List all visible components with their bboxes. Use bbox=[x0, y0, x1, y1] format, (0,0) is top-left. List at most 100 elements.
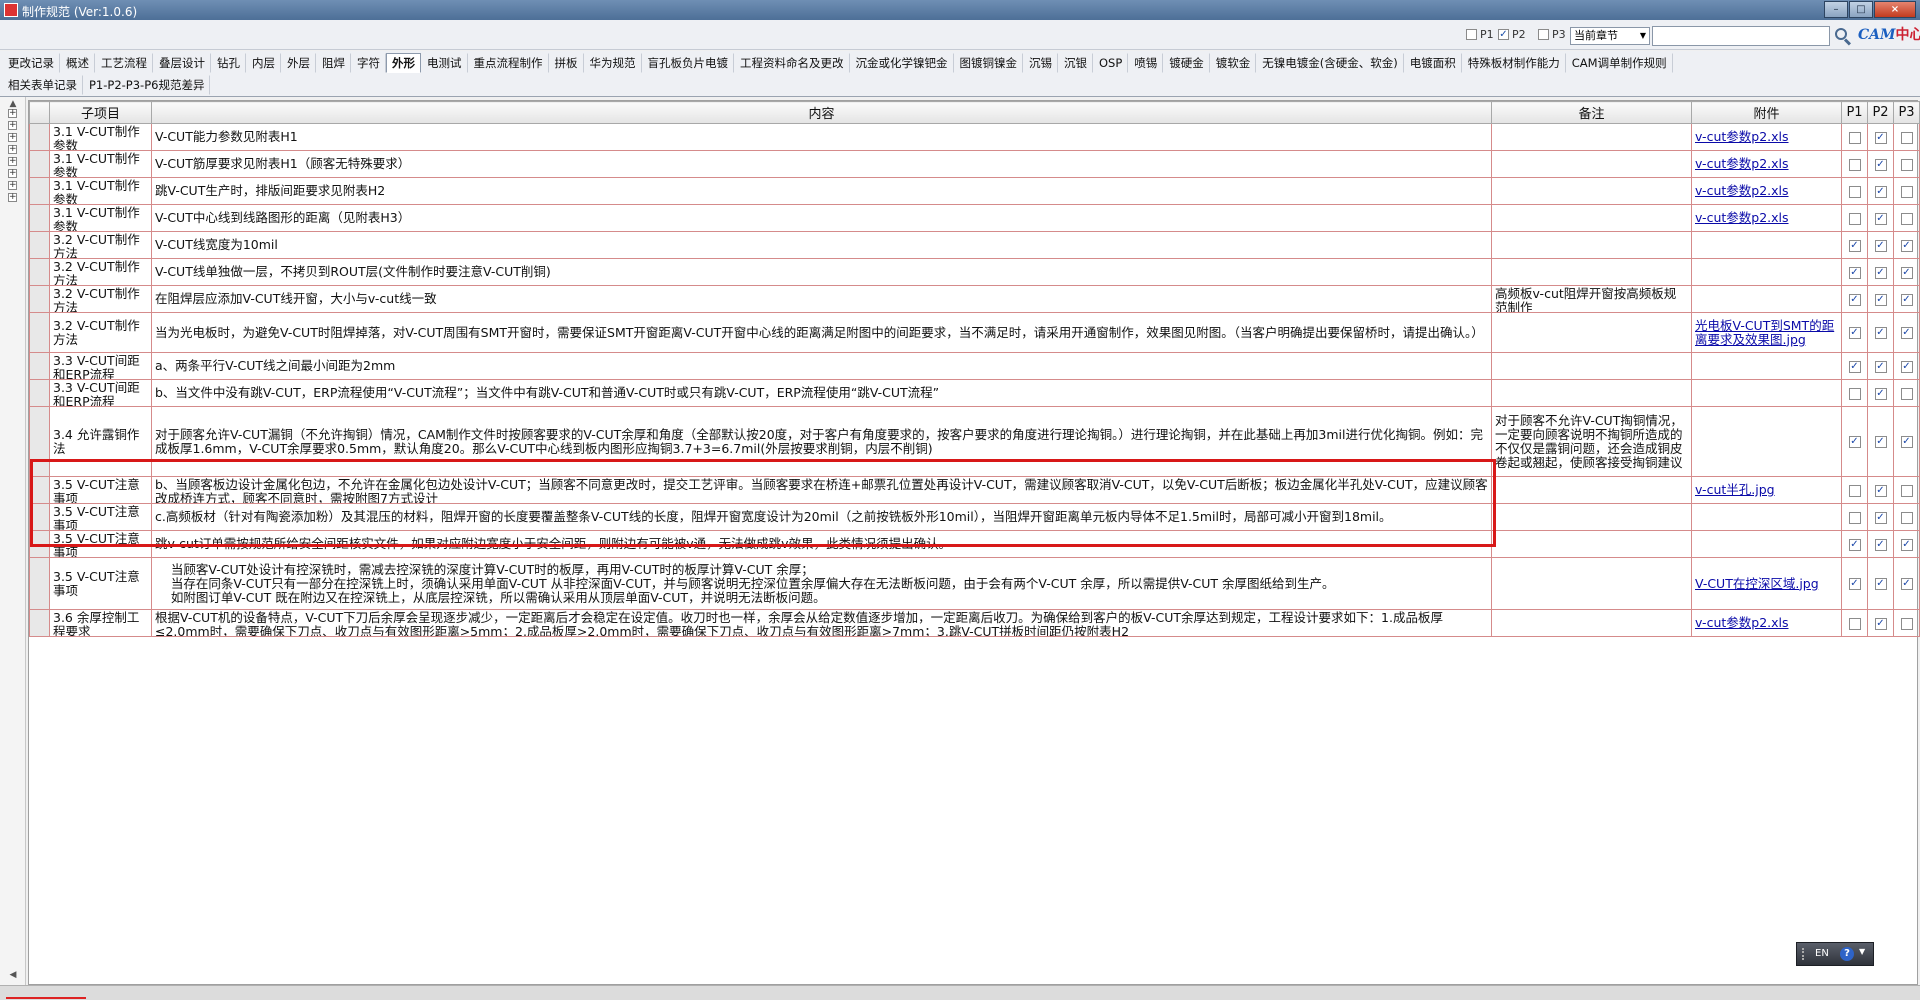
table-row[interactable]: 3.1 V-CUT制作参数 V-CUT筋厚要求见附表H1（顾客无特殊要求） v-cu… bbox=[29, 150, 1920, 178]
expand-plus-icon[interactable]: + bbox=[8, 181, 17, 190]
cell-attach-link-text[interactable]: v-cut参数p2.xls bbox=[1695, 157, 1838, 171]
row-selector[interactable] bbox=[29, 285, 50, 313]
row-selector[interactable] bbox=[29, 204, 50, 232]
tab-tabs_row2-0[interactable]: 相关表单记录 bbox=[2, 75, 83, 95]
row-p2-checkbox[interactable]: ✓ bbox=[1874, 578, 1887, 590]
col-header-p2[interactable]: P2 bbox=[1867, 101, 1894, 124]
bottom-tab-indicator[interactable] bbox=[6, 987, 86, 999]
cell-attach-link-text[interactable]: v-cut半孔.jpg bbox=[1695, 483, 1838, 497]
cell-attach-link[interactable]: v-cut半孔.jpg bbox=[1691, 476, 1842, 504]
row-p2-checkbox[interactable]: ✓ bbox=[1874, 239, 1887, 252]
tab-tabs_row1-7[interactable]: 阻焊 bbox=[316, 53, 351, 73]
tab-tabs_row1-16[interactable]: 沉金或化学镍钯金 bbox=[850, 53, 954, 73]
row-selector[interactable] bbox=[29, 557, 50, 610]
row-selector[interactable] bbox=[29, 177, 50, 205]
row-p1-checkbox[interactable]: ✓ bbox=[1848, 538, 1861, 551]
cell-attach-link[interactable]: v-cut参数p2.xls bbox=[1691, 177, 1842, 205]
cell-attach-link[interactable]: v-cut参数p2.xls bbox=[1691, 204, 1842, 232]
maximize-button[interactable]: □ bbox=[1849, 1, 1873, 18]
cell-attach-link-text[interactable]: v-cut参数p2.xls bbox=[1695, 616, 1838, 630]
cell-attach-link-text[interactable]: v-cut参数p2.xls bbox=[1695, 184, 1838, 198]
expand-plus-icon[interactable]: + bbox=[8, 133, 17, 142]
cell-attach-link-text[interactable]: V-CUT在控深区域.jpg bbox=[1695, 577, 1838, 591]
row-p2-checkbox[interactable]: ✓ bbox=[1874, 293, 1887, 306]
row-p1-checkbox[interactable]: ✓ bbox=[1848, 578, 1861, 590]
row-p2-checkbox[interactable]: ✓ bbox=[1874, 360, 1887, 373]
row-p3-checkbox[interactable]: ✓ bbox=[1900, 293, 1913, 306]
table-row[interactable]: 3.2 V-CUT制作方法 V-CUT线单独做一层，不拷贝到ROUT层(文件制作时… bbox=[29, 258, 1920, 286]
cell-attach-link[interactable] bbox=[1691, 285, 1842, 313]
row-p2-checkbox[interactable]: ✓ bbox=[1874, 387, 1887, 400]
tab-tabs_row1-15[interactable]: 工程资料命名及更改 bbox=[734, 53, 850, 73]
table-row[interactable]: 3.6 余厚控制工程要求 根据V-CUT机的设备特点，V-CUT下刀后余厚会呈现逐… bbox=[29, 609, 1920, 637]
cell-attach-link[interactable] bbox=[1691, 352, 1842, 380]
help-icon[interactable]: ? bbox=[1840, 947, 1854, 961]
row-selector[interactable] bbox=[29, 258, 50, 286]
row-selector[interactable] bbox=[29, 476, 50, 504]
cell-attach-link[interactable]: v-cut参数p2.xls bbox=[1691, 123, 1842, 151]
expand-plus-icon[interactable]: + bbox=[8, 169, 17, 178]
ime-grip-icon[interactable] bbox=[1802, 948, 1810, 960]
cell-attach-link[interactable] bbox=[1691, 379, 1842, 407]
tab-tabs_row1-22[interactable]: 镀硬金 bbox=[1163, 53, 1210, 73]
row-selector[interactable] bbox=[29, 312, 50, 353]
row-selector[interactable] bbox=[29, 503, 50, 531]
row-p3-checkbox[interactable]: ✓ bbox=[1900, 578, 1913, 590]
tab-tabs_row1-26[interactable]: 特殊板材制作能力 bbox=[1462, 53, 1566, 73]
row-p3-checkbox[interactable] bbox=[1900, 212, 1913, 225]
row-p2-checkbox[interactable]: ✓ bbox=[1874, 327, 1887, 339]
tab-tabs_row1-6[interactable]: 外层 bbox=[281, 53, 316, 73]
table-row[interactable]: 3.2 V-CUT制作方法 当为光电板时，为避免V-CUT时阻焊掉落，对V-CUT… bbox=[29, 312, 1920, 353]
ime-lang[interactable]: EN bbox=[1815, 948, 1829, 959]
row-p1-checkbox[interactable] bbox=[1848, 212, 1861, 225]
expand-plus-icon[interactable]: + bbox=[8, 109, 17, 118]
table-row[interactable]: 3.2 V-CUT制作方法 在阻焊层应添加V-CUT线开窗，大小与v-cut线一致… bbox=[29, 285, 1920, 313]
col-header-sub[interactable]: 子项目 bbox=[49, 101, 152, 124]
cell-attach-link[interactable] bbox=[1691, 258, 1842, 286]
cell-attach-link[interactable]: 光电板V-CUT到SMT的距离要求及效果图.jpg bbox=[1691, 312, 1842, 353]
row-p1-checkbox[interactable]: ✓ bbox=[1848, 293, 1861, 306]
row-p3-checkbox[interactable] bbox=[1900, 387, 1913, 400]
row-p1-checkbox[interactable]: ✓ bbox=[1848, 266, 1861, 279]
tab-tabs_row1-27[interactable]: CAM调单制作规则 bbox=[1566, 53, 1673, 73]
table-row[interactable]: 3.1 V-CUT制作参数 跳V-CUT生产时，排版间距要求见附表H2 v-cut参… bbox=[29, 177, 1920, 205]
row-p1-checkbox[interactable] bbox=[1848, 158, 1861, 171]
row-p1-checkbox[interactable]: ✓ bbox=[1848, 239, 1861, 252]
tab-tabs_row1-17[interactable]: 图镀铜镍金 bbox=[954, 53, 1023, 73]
tab-tabs_row1-4[interactable]: 钻孔 bbox=[211, 53, 246, 73]
tab-tabs_row1-12[interactable]: 拼板 bbox=[549, 53, 584, 73]
cell-attach-link-text[interactable]: 光电板V-CUT到SMT的距离要求及效果图.jpg bbox=[1695, 319, 1838, 347]
tab-tabs_row1-18[interactable]: 沉锡 bbox=[1023, 53, 1058, 73]
tab-tabs_row1-11[interactable]: 重点流程制作 bbox=[468, 53, 549, 73]
row-p2-checkbox[interactable]: ✓ bbox=[1874, 158, 1887, 171]
expand-plus-icon[interactable]: + bbox=[8, 145, 17, 154]
tab-tabs_row1-19[interactable]: 沉银 bbox=[1058, 53, 1093, 73]
cell-attach-link[interactable]: V-CUT在控深区域.jpg bbox=[1691, 557, 1842, 610]
row-p1-checkbox[interactable] bbox=[1848, 511, 1861, 524]
expand-plus-icon[interactable]: + bbox=[8, 121, 17, 130]
search-button[interactable] bbox=[1832, 25, 1854, 47]
table-row[interactable]: 3.1 V-CUT制作参数 V-CUT能力参数见附表H1 v-cut参数p2.xls… bbox=[29, 123, 1920, 151]
row-p1-checkbox[interactable] bbox=[1848, 617, 1861, 630]
row-p3-checkbox[interactable]: ✓ bbox=[1900, 266, 1913, 279]
row-p2-checkbox[interactable]: ✓ bbox=[1874, 436, 1887, 448]
row-p3-checkbox[interactable] bbox=[1900, 484, 1913, 497]
table-row[interactable]: 3.5 V-CUT注意事项 当顾客V-CUT处设计有控深铣时，需减去控深铣的深度… bbox=[29, 557, 1920, 610]
row-selector[interactable] bbox=[29, 609, 50, 637]
col-header-content[interactable]: 内容 bbox=[151, 101, 1492, 124]
col-header-p3[interactable]: P3 bbox=[1893, 101, 1920, 124]
cell-attach-link[interactable] bbox=[1691, 406, 1842, 477]
tab-tabs_row1-20[interactable]: OSP bbox=[1093, 53, 1129, 73]
row-p1-checkbox[interactable]: ✓ bbox=[1848, 436, 1861, 448]
row-p3-checkbox[interactable]: ✓ bbox=[1900, 239, 1913, 252]
row-p2-checkbox[interactable]: ✓ bbox=[1874, 212, 1887, 225]
cell-attach-link[interactable] bbox=[1691, 530, 1842, 558]
filter-p3-checkbox[interactable] bbox=[1538, 29, 1549, 40]
cell-attach-link[interactable]: v-cut参数p2.xls bbox=[1691, 609, 1842, 637]
row-selector[interactable] bbox=[29, 123, 50, 151]
row-p3-checkbox[interactable] bbox=[1900, 131, 1913, 144]
cell-attach-link[interactable] bbox=[1691, 503, 1842, 531]
tab-tabs_row2-1[interactable]: P1-P2-P3-P6规范差异 bbox=[83, 75, 211, 95]
tab-tabs_row1-9[interactable]: 外形 bbox=[386, 53, 421, 73]
tab-tabs_row1-1[interactable]: 概述 bbox=[60, 53, 95, 73]
